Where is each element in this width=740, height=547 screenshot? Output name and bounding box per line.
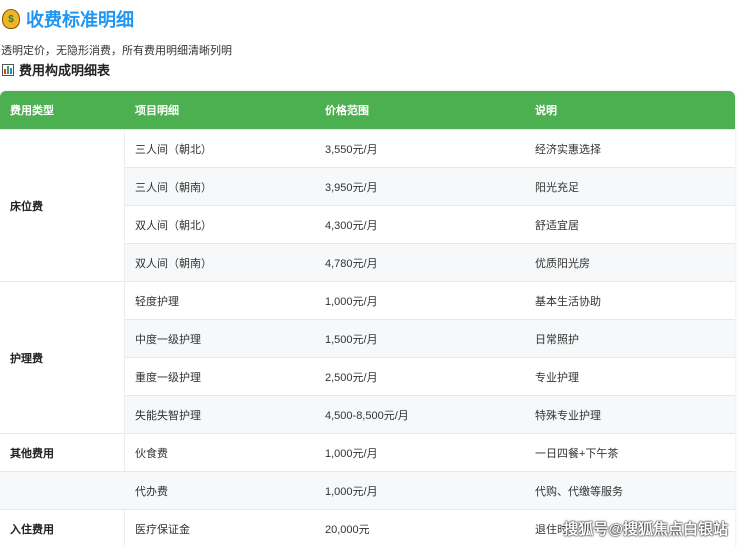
price-cell: 1,000元/月: [325, 447, 378, 460]
item-cell: 轻度护理: [135, 295, 179, 308]
price-cell: 1,000元/月: [325, 295, 378, 308]
header-item: 项目明细: [135, 105, 179, 117]
note-cell: 专业护理: [535, 371, 579, 384]
type-care: 护理费: [0, 281, 125, 433]
note-cell: 阳光充足: [535, 181, 579, 194]
price-cell: 4,780元/月: [325, 257, 378, 270]
item-cell: 双人间（朝北）: [135, 219, 212, 232]
item-cell: 三人间（朝北）: [135, 143, 212, 156]
note-cell: 基本生活协助: [535, 295, 601, 308]
type-bed: 床位费: [0, 129, 125, 281]
watermark: 搜狐号@搜狐焦点白银站: [563, 521, 728, 538]
note-cell: 舒适宜居: [535, 219, 579, 232]
price-cell: 1,000元/月: [325, 485, 378, 498]
page-title: $ 收费标准明细: [2, 6, 134, 32]
note-cell: 经济实惠选择: [535, 143, 601, 156]
note-cell: 代购、代缴等服务: [535, 485, 623, 498]
table-row: 代办费 1,000元/月 代购、代缴等服务: [0, 471, 735, 509]
header-note: 说明: [535, 105, 557, 117]
table-header: 费用类型 项目明细 价格范围 说明: [0, 91, 735, 129]
header-price: 价格范围: [325, 105, 369, 117]
table-heading-text: 费用构成明细表: [19, 63, 111, 78]
item-cell: 双人间（朝南）: [135, 257, 212, 270]
header-type: 费用类型: [10, 105, 54, 117]
title-text: 收费标准明细: [26, 10, 134, 30]
price-cell: 4,500-8,500元/月: [325, 409, 409, 422]
price-cell: 2,500元/月: [325, 371, 378, 384]
note-cell: 特殊专业护理: [535, 409, 601, 422]
item-cell: 失能失智护理: [135, 409, 201, 422]
price-cell: 3,550元/月: [325, 143, 378, 156]
item-cell: 重度一级护理: [135, 371, 201, 384]
price-cell: 1,500元/月: [325, 333, 378, 346]
subtitle: 透明定价，无隐形消费，所有费用明细清晰列明: [1, 45, 232, 57]
item-cell: 医疗保证金: [135, 523, 190, 536]
money-bag-icon: $: [2, 9, 20, 29]
type-admission: 入住费用: [0, 509, 125, 547]
price-cell: 3,950元/月: [325, 181, 378, 194]
item-cell: 三人间（朝南）: [135, 181, 212, 194]
item-cell: 伙食费: [135, 447, 168, 460]
price-cell: 20,000元: [325, 523, 370, 536]
type-other: 其他费用: [0, 433, 125, 471]
price-cell: 4,300元/月: [325, 219, 378, 232]
item-cell: 中度一级护理: [135, 333, 201, 346]
note-cell: 优质阳光房: [535, 257, 590, 270]
item-cell: 代办费: [135, 485, 168, 498]
fee-table: 费用类型 项目明细 价格范围 说明 三人间（朝北） 3,550元/月 经济实惠选择三…: [0, 91, 735, 547]
note-cell: 日常照护: [535, 333, 579, 346]
table-heading: 费用构成明细表: [2, 60, 110, 79]
bar-chart-icon: [2, 63, 14, 76]
note-cell: 一日四餐+下午茶: [535, 447, 619, 460]
